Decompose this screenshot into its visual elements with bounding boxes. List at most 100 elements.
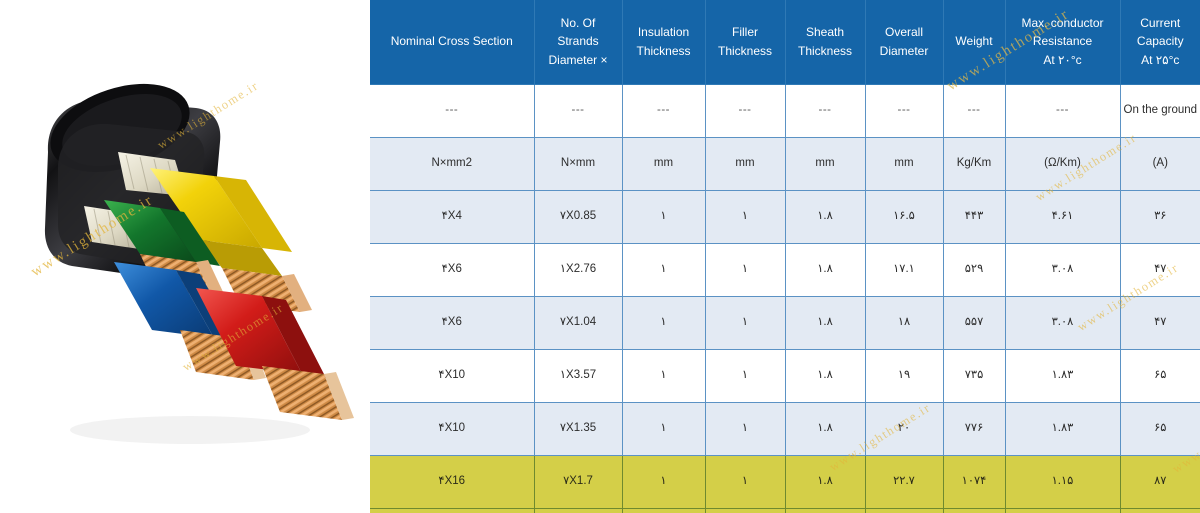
- cell-max_conductor_resistance: ۱.۸۳: [1004, 348, 1121, 403]
- cell-nominal_cross_section: [370, 507, 535, 513]
- header-line: Capacity: [1136, 34, 1184, 49]
- cell-overall_diameter: mm: [864, 136, 944, 191]
- cell-nominal_cross_section: ۴X10: [370, 401, 535, 456]
- header-line: Current: [1140, 15, 1181, 30]
- cell-overall_diameter: ۱۶.۵: [864, 189, 944, 244]
- column-header-max-conductor-resistance: Max. conductor Resistance At ۲۰°c: [1004, 0, 1121, 85]
- cell-current_capacity: On the ground: [1119, 83, 1200, 138]
- specification-table-pane: Nominal Cross Section No. Of Strands Dia…: [370, 0, 1200, 513]
- cell-filler_thickness: mm: [704, 136, 786, 191]
- cell-no_of_strands_diameter: ۷X0.85: [533, 189, 623, 244]
- cell-sheath_thickness: ۱.۸: [784, 242, 866, 297]
- cable-specification-table: Nominal Cross Section No. Of Strands Dia…: [370, 0, 1200, 513]
- table-row: ۴X6 ۱X2.76 ۱ ۱ ۱.۸ ۱۷.۱ ۵۲۹ ۳.۰۸ ۴۷: [370, 242, 1200, 297]
- table-row: ۴X4 ۷X0.85 ۱ ۱ ۱.۸ ۱۶.۵ ۴۴۳ ۴.۶۱ ۳۶: [370, 189, 1200, 244]
- cell-nominal_cross_section: ۴X4: [370, 189, 535, 244]
- cable-photo: [0, 0, 370, 513]
- header-line: Diameter: [879, 43, 929, 58]
- cell-filler_thickness: ۱: [704, 454, 786, 509]
- cell-current_capacity: ۸۷: [1119, 454, 1200, 509]
- cell-filler_thickness: ۱: [704, 242, 786, 297]
- header-line: Max. conductor: [1021, 15, 1104, 30]
- cell-current_capacity: ۴۷: [1119, 242, 1200, 297]
- cell-insulation_thickness: ۱: [621, 189, 706, 244]
- cell-no_of_strands_diameter: ۱X3.57: [533, 348, 623, 403]
- cell-insulation_thickness: mm: [621, 136, 706, 191]
- cell-weight: ۷۳۵: [942, 348, 1006, 403]
- cell-insulation_thickness: ---: [621, 83, 706, 138]
- header-line: Strands: [557, 34, 599, 49]
- header-line: Nominal Cross Section: [390, 34, 513, 49]
- cell-current_capacity: ۶۵: [1119, 401, 1200, 456]
- cell-insulation_thickness: ۱: [621, 348, 706, 403]
- cell-max_conductor_resistance: ۱.۱۵: [1004, 454, 1121, 509]
- header-line: Thickness: [797, 43, 853, 58]
- header-line: Resistance: [1032, 34, 1093, 49]
- cell-max_conductor_resistance: (Ω/Km): [1004, 136, 1121, 191]
- cell-max_conductor_resistance: ۱.۸۳: [1004, 401, 1121, 456]
- cell-sheath_thickness: ۱.۸: [784, 348, 866, 403]
- cell-filler_thickness: ---: [704, 83, 786, 138]
- cell-no_of_strands_diameter: N×mm: [533, 136, 623, 191]
- cell-current_capacity: ۳۶: [1119, 189, 1200, 244]
- cell-weight: ۷۷۶: [942, 401, 1006, 456]
- cell-overall_diameter: ۱۷.۱: [864, 242, 944, 297]
- cell-current_capacity: ۶۵: [1119, 348, 1200, 403]
- header-line: Sheath: [805, 25, 845, 40]
- header-line: Filler: [732, 25, 758, 40]
- cell-insulation_thickness: ۱: [621, 454, 706, 509]
- cell-sheath_thickness: ۱.۸: [784, 454, 866, 509]
- column-header-nominal-cross-section: Nominal Cross Section: [370, 0, 535, 85]
- cell-sheath_thickness: [784, 507, 866, 513]
- cell-max_conductor_resistance: ---: [1004, 83, 1121, 138]
- table-row-highlighted: ۴X16 ۷X1.7 ۱ ۱ ۱.۸ ۲۲.۷ ۱۰۷۴ ۱.۱۵ ۸۷: [370, 454, 1200, 509]
- cell-no_of_strands_diameter: ۷X1.04: [533, 295, 623, 350]
- cell-overall_diameter: ---: [864, 83, 944, 138]
- header-line: Diameter ×: [548, 53, 608, 68]
- table-row: [370, 507, 1200, 513]
- cell-sheath_thickness: ۱.۸: [784, 189, 866, 244]
- cell-weight: ---: [942, 83, 1006, 138]
- cell-filler_thickness: ۱: [704, 189, 786, 244]
- cell-insulation_thickness: ۱: [621, 295, 706, 350]
- header-line: Overall: [884, 25, 923, 40]
- column-header-weight: Weight: [942, 0, 1006, 85]
- table-row: ۴X10 ۷X1.35 ۱ ۱ ۱.۸ ۲۰ ۷۷۶ ۱.۸۳ ۶۵: [370, 401, 1200, 456]
- cell-filler_thickness: ۱: [704, 295, 786, 350]
- table-header: Nominal Cross Section No. Of Strands Dia…: [370, 0, 1200, 85]
- cell-nominal_cross_section: ۴X10: [370, 348, 535, 403]
- product-image-pane: www.lighthome.ir www.lighthome.ir www.li…: [0, 0, 370, 513]
- cell-sheath_thickness: mm: [784, 136, 866, 191]
- cell-insulation_thickness: ۱: [621, 401, 706, 456]
- cell-max_conductor_resistance: ۳.۰۸: [1004, 242, 1121, 297]
- cell-nominal_cross_section: ۴X6: [370, 295, 535, 350]
- cell-no_of_strands_diameter: [533, 507, 623, 513]
- column-header-insulation-thickness: Insulation Thickness: [621, 0, 706, 85]
- column-header-no-of-strands-diameter: No. Of Strands Diameter ×: [533, 0, 623, 85]
- column-header-filler-thickness: Filler Thickness: [704, 0, 786, 85]
- cell-nominal_cross_section: ---: [370, 83, 535, 138]
- cell-max_conductor_resistance: [1004, 507, 1121, 513]
- cell-weight: [942, 507, 1006, 513]
- cell-no_of_strands_diameter: ---: [533, 83, 623, 138]
- cell-weight: ۵۵۷: [942, 295, 1006, 350]
- cell-filler_thickness: ۱: [704, 348, 786, 403]
- cell-nominal_cross_section: ۴X16: [370, 454, 535, 509]
- header-line: At ۲۵°c: [1141, 53, 1180, 68]
- cell-insulation_thickness: ۱: [621, 242, 706, 297]
- header-line: At ۲۰°c: [1043, 53, 1082, 68]
- cell-no_of_strands_diameter: ۷X1.7: [533, 454, 623, 509]
- cell-nominal_cross_section: ۴X6: [370, 242, 535, 297]
- cell-nominal_cross_section: N×mm2: [370, 136, 535, 191]
- table-row: ۴X10 ۱X3.57 ۱ ۱ ۱.۸ ۱۹ ۷۳۵ ۱.۸۳ ۶۵: [370, 348, 1200, 403]
- column-header-current-capacity: Current Capacity At ۲۵°c: [1119, 0, 1200, 85]
- cell-max_conductor_resistance: ۳.۰۸: [1004, 295, 1121, 350]
- header-line: Insulation: [637, 25, 690, 40]
- header-row: Nominal Cross Section No. Of Strands Dia…: [370, 0, 1200, 85]
- cell-weight: ۵۲۹: [942, 242, 1006, 297]
- column-header-sheath-thickness: Sheath Thickness: [784, 0, 866, 85]
- cell-sheath_thickness: ۱.۸: [784, 401, 866, 456]
- table-row: N×mm2 N×mm mm mm mm mm Kg/Km (Ω/Km) (A): [370, 136, 1200, 191]
- header-line: Weight: [955, 34, 993, 49]
- column-header-overall-diameter: Overall Diameter: [864, 0, 944, 85]
